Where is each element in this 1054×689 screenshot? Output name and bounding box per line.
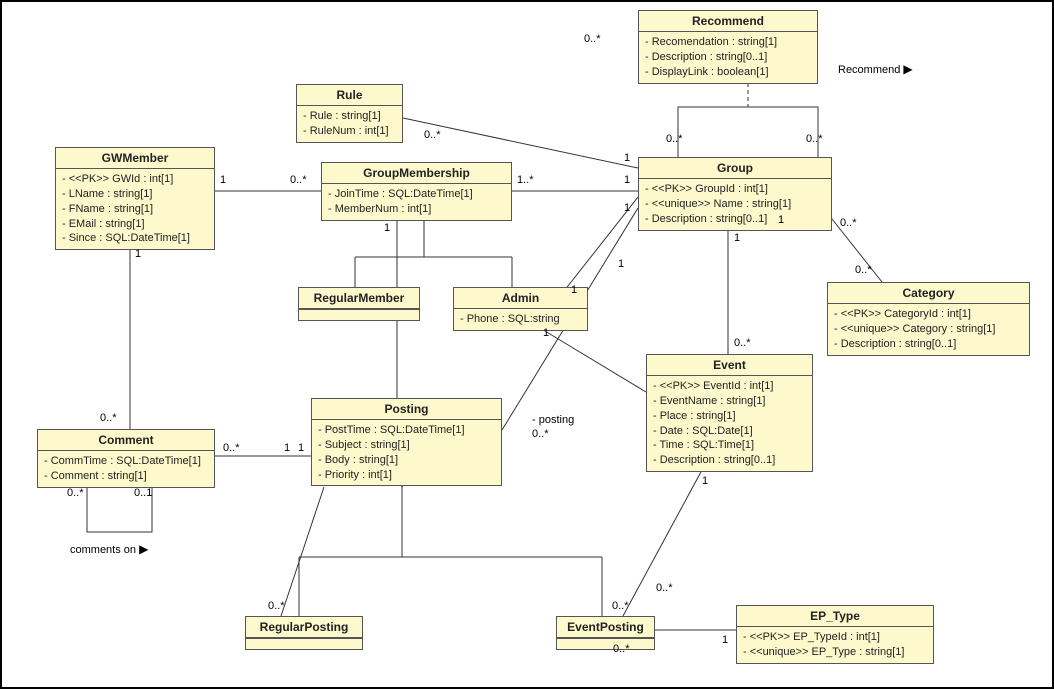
mult: 0..* (613, 643, 630, 655)
mult: 1 (778, 214, 784, 226)
mult: 1 (543, 327, 549, 339)
arrow-icon: ▶ (903, 62, 912, 76)
class-attrs: - Phone : SQL:string (454, 309, 587, 330)
class-group: Group - <<PK>> GroupId : int[1] - <<uniq… (638, 157, 832, 231)
class-attrs: - Recomendation : string[1] - Descriptio… (639, 32, 817, 83)
mult: 1 (571, 284, 577, 296)
class-groupmembership: GroupMembership - JoinTime : SQL:DateTim… (321, 162, 512, 221)
class-attrs: - <<PK>> EventId : int[1] - EventName : … (647, 376, 812, 471)
class-rule: Rule - Rule : string[1] - RuleNum : int[… (296, 84, 403, 143)
mult: 0..* (855, 264, 872, 276)
assoc-recommend-label: Recommend ▶ (838, 62, 913, 76)
class-attrs: - <<PK>> GWId : int[1] - LName : string[… (56, 169, 214, 249)
class-attrs: - <<PK>> GroupId : int[1] - <<unique>> N… (639, 179, 831, 230)
class-attrs: - <<PK>> EP_TypeId : int[1] - <<unique>>… (737, 627, 933, 663)
mult: 1 (284, 442, 290, 454)
class-title: EventPosting (557, 617, 654, 638)
class-title: Comment (38, 430, 214, 451)
class-title: Posting (312, 399, 501, 420)
class-title: EP_Type (737, 606, 933, 627)
class-title: RegularPosting (246, 617, 362, 638)
class-attrs: - Rule : string[1] - RuleNum : int[1] (297, 106, 402, 142)
class-title: Recommend (639, 11, 817, 32)
mult: 1 (298, 442, 304, 454)
mult: 1 (734, 232, 740, 244)
class-regularmember: RegularMember (298, 287, 420, 321)
mult: 0..* (584, 33, 601, 45)
class-attrs: - PostTime : SQL:DateTime[1] - Subject :… (312, 420, 501, 485)
posting-role-label: - posting (532, 414, 574, 426)
class-attrs: - JoinTime : SQL:DateTime[1] - MemberNum… (322, 184, 511, 220)
mult: 0..* (840, 217, 857, 229)
class-attrs: - <<PK>> CategoryId : int[1] - <<unique>… (828, 304, 1029, 355)
mult: 1 (135, 248, 141, 260)
class-title: GWMember (56, 148, 214, 169)
mult: 0..* (806, 133, 823, 145)
mult: 1 (722, 634, 728, 646)
class-title: Admin (454, 288, 587, 309)
class-title: RegularMember (299, 288, 419, 309)
mult: 0..* (100, 412, 117, 424)
class-title: GroupMembership (322, 163, 511, 184)
class-category: Category - <<PK>> CategoryId : int[1] - … (827, 282, 1030, 356)
mult: 0..* (532, 428, 549, 440)
mult: 0..* (656, 582, 673, 594)
mult: 1 (618, 258, 624, 270)
class-title: Category (828, 283, 1029, 304)
mult: 1..* (517, 174, 534, 186)
mult: 0..* (424, 129, 441, 141)
class-attrs: - CommTime : SQL:DateTime[1] - Comment :… (38, 451, 214, 487)
mult: 1 (384, 222, 390, 234)
class-recommend: Recommend - Recomendation : string[1] - … (638, 10, 818, 84)
class-gwmember: GWMember - <<PK>> GWId : int[1] - LName … (55, 147, 215, 250)
class-event: Event - <<PK>> EventId : int[1] - EventN… (646, 354, 813, 472)
mult: 1 (220, 174, 226, 186)
class-title: Rule (297, 85, 402, 106)
mult: 1 (702, 475, 708, 487)
mult: 0..* (290, 174, 307, 186)
class-comment: Comment - CommTime : SQL:DateTime[1] - C… (37, 429, 215, 488)
mult: 0..* (612, 600, 629, 612)
mult: 0..* (268, 600, 285, 612)
class-title: Event (647, 355, 812, 376)
class-regularposting: RegularPosting (245, 616, 363, 650)
mult: 0..1 (134, 487, 152, 499)
class-posting: Posting - PostTime : SQL:DateTime[1] - S… (311, 398, 502, 486)
mult: 0..* (223, 442, 240, 454)
mult: 1 (624, 174, 630, 186)
mult: 1 (624, 152, 630, 164)
mult: 0..* (666, 133, 683, 145)
comments-on-label: comments on ▶ (70, 542, 148, 556)
arrow-icon: ▶ (139, 542, 148, 556)
class-eventposting: EventPosting (556, 616, 655, 650)
class-title: Group (639, 158, 831, 179)
class-eptype: EP_Type - <<PK>> EP_TypeId : int[1] - <<… (736, 605, 934, 664)
class-admin: Admin - Phone : SQL:string (453, 287, 588, 331)
uml-diagram: GWMember - <<PK>> GWId : int[1] - LName … (0, 0, 1054, 689)
mult: 1 (624, 202, 630, 214)
mult: 0..* (67, 487, 84, 499)
mult: 0..* (734, 337, 751, 349)
